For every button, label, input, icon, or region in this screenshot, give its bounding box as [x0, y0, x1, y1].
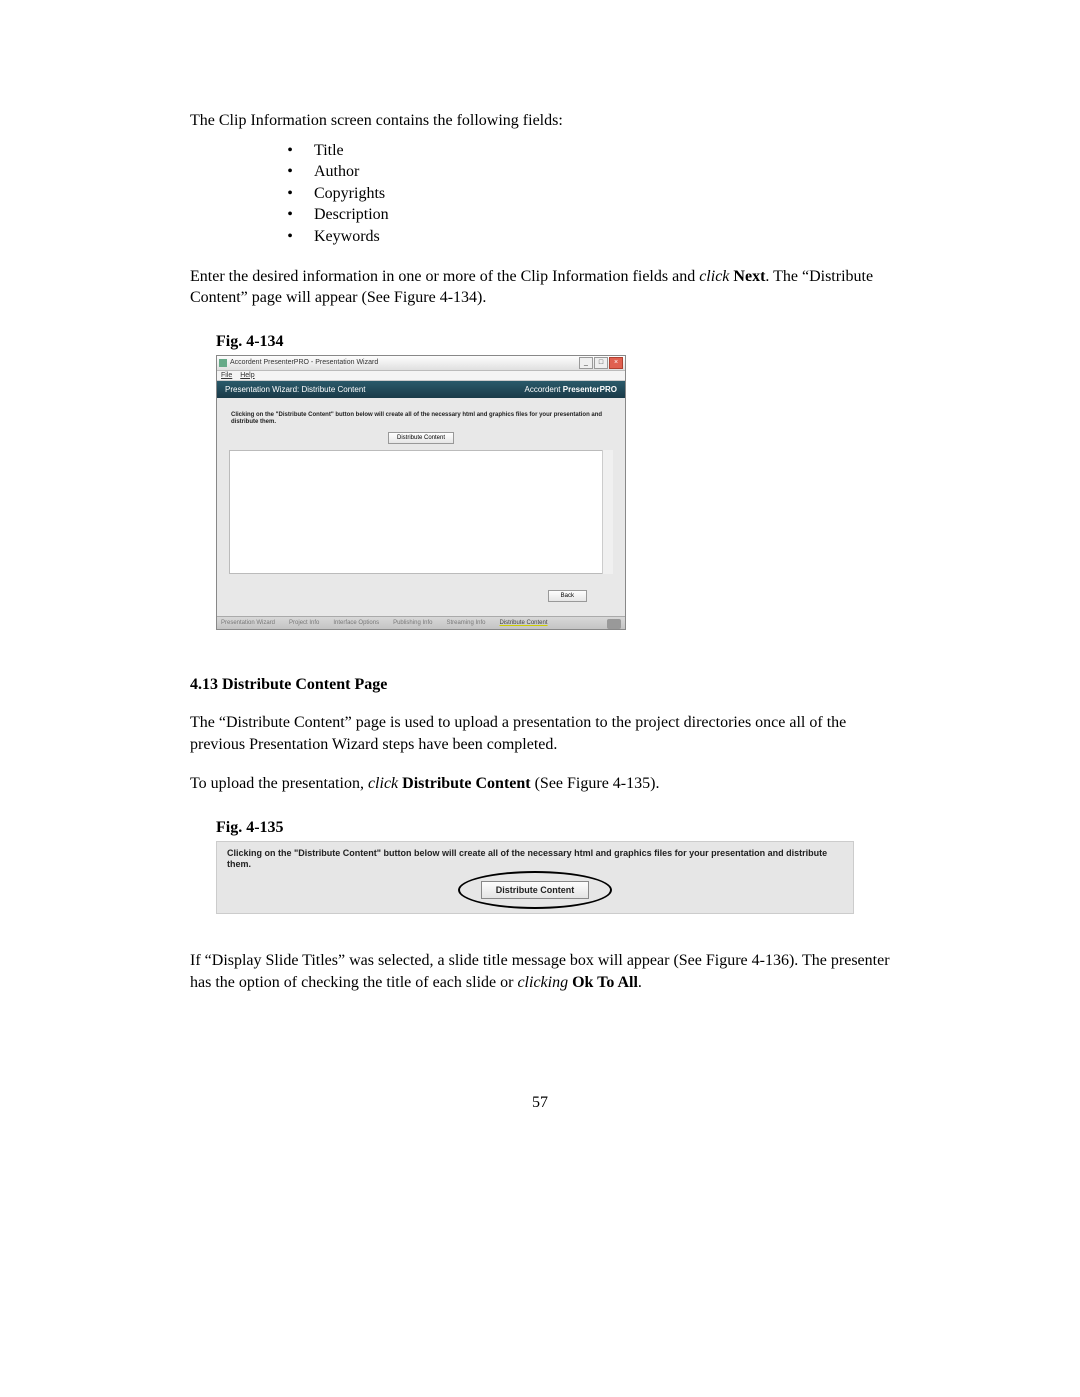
list-item: • Keywords	[190, 226, 890, 248]
distribute-content-button[interactable]: Distribute Content	[481, 881, 590, 899]
status-item-active[interactable]: Distribute Content	[500, 620, 548, 626]
bullet-text: Keywords	[314, 226, 380, 248]
figure-135-caption: Fig. 4-135	[216, 819, 890, 837]
wizard-main-area: Clicking on the "Distribute Content" but…	[217, 398, 625, 616]
output-textarea[interactable]	[229, 450, 613, 574]
bullet-text: Title	[314, 140, 344, 162]
list-item: • Author	[190, 161, 890, 183]
instruction-text: Clicking on the "Distribute Content" but…	[227, 848, 843, 871]
app-icon	[219, 359, 227, 367]
enter-info-paragraph: Enter the desired information in one or …	[190, 266, 890, 309]
distribute-content-button[interactable]: Distribute Content	[388, 432, 454, 444]
wizard-banner: Presentation Wizard: Distribute Content …	[217, 381, 625, 398]
text: Enter the desired information in one or …	[190, 268, 699, 285]
slide-titles-paragraph: If “Display Slide Titles” was selected, …	[190, 950, 890, 993]
maximize-button[interactable]: □	[594, 357, 608, 369]
menu-help[interactable]: Help	[240, 372, 254, 379]
intro-paragraph: The Clip Information screen contains the…	[190, 110, 890, 132]
bullet-text: Description	[314, 204, 389, 226]
page-number: 57	[190, 1094, 890, 1112]
bullet-icon: •	[280, 204, 300, 226]
bullet-icon: •	[280, 183, 300, 205]
bullet-text: Author	[314, 161, 359, 183]
clip-info-bullet-list: •Title •Author •Copyrights •Description …	[190, 140, 890, 248]
bullet-icon: •	[280, 226, 300, 248]
next-bold: Next	[729, 268, 765, 285]
figure-135-screenshot: Clicking on the "Distribute Content" but…	[216, 841, 854, 915]
bullet-icon: •	[280, 140, 300, 162]
click-italic: click	[699, 268, 729, 285]
minimize-button[interactable]: _	[579, 357, 593, 369]
click-italic: click	[368, 775, 398, 792]
bullet-text: Copyrights	[314, 183, 385, 205]
instruction-text: Clicking on the "Distribute Content" but…	[231, 412, 611, 426]
clicking-italic: clicking	[517, 974, 568, 991]
upload-instruction-paragraph: To upload the presentation, click Distri…	[190, 773, 890, 795]
distribute-content-bold: Distribute Content	[398, 775, 530, 792]
status-item[interactable]: Project Info	[289, 620, 319, 626]
menu-file[interactable]: File	[221, 372, 232, 379]
text: .	[638, 974, 642, 991]
ok-to-all-bold: Ok To All	[568, 974, 638, 991]
brand-label: Accordent PresenterPRO	[525, 385, 618, 394]
list-item: • Description	[190, 204, 890, 226]
figure-134-screenshot: Accordent PresenterPRO - Presentation Wi…	[216, 355, 626, 630]
status-item[interactable]: Streaming Info	[446, 620, 485, 626]
figure-134-caption: Fig. 4-134	[216, 333, 890, 351]
section-heading-4-13: 4.13 Distribute Content Page	[190, 676, 890, 694]
banner-title: Presentation Wizard: Distribute Content	[225, 385, 366, 394]
list-item: • Copyrights	[190, 183, 890, 205]
status-item[interactable]: Interface Options	[333, 620, 379, 626]
text: (See Figure 4-135).	[531, 775, 660, 792]
document-page: The Clip Information screen contains the…	[190, 110, 890, 1112]
bullet-icon: •	[280, 161, 300, 183]
window-titlebar: Accordent PresenterPRO - Presentation Wi…	[217, 356, 625, 371]
list-item: • Title	[190, 140, 890, 162]
status-item[interactable]: Publishing Info	[393, 620, 432, 626]
distribute-content-description: The “Distribute Content” page is used to…	[190, 712, 890, 755]
window-title: Accordent PresenterPRO - Presentation Wi…	[230, 359, 378, 366]
close-button[interactable]: ×	[609, 357, 623, 369]
back-button[interactable]: Back	[548, 590, 587, 602]
status-item[interactable]: Presentation Wizard	[221, 620, 275, 626]
status-bar: Presentation Wizard Project Info Interfa…	[217, 616, 625, 629]
logo-icon	[607, 619, 621, 629]
text: To upload the presentation,	[190, 775, 368, 792]
menu-bar: File Help	[217, 371, 625, 381]
